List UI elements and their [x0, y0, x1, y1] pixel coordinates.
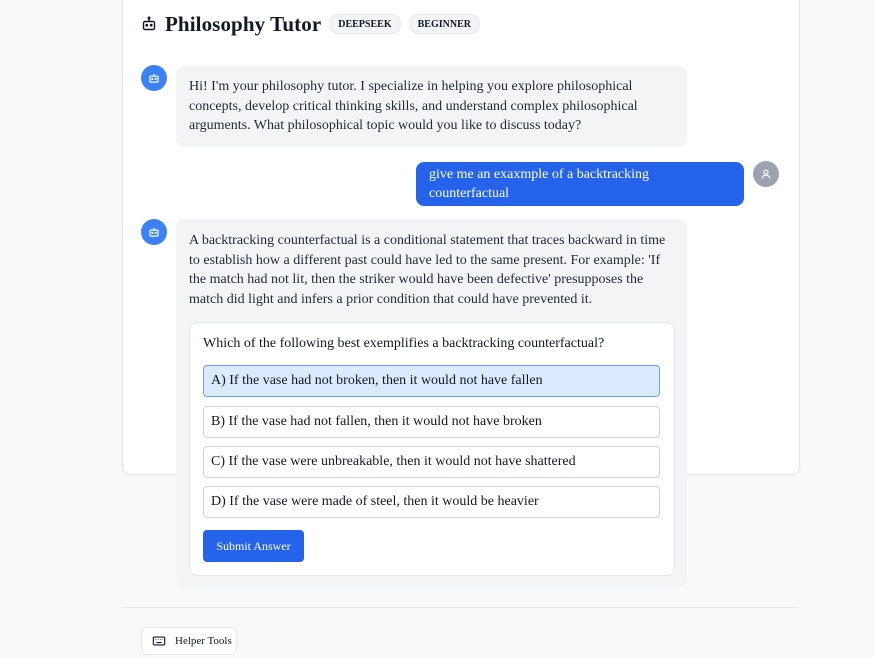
user-message: give me an exaxmple of a backtracking co…	[416, 162, 744, 206]
quiz-option-c[interactable]: C) If the vase were unbreakable, then it…	[203, 446, 660, 478]
message-text: Hi! I'm your philosophy tutor. I special…	[189, 79, 638, 133]
divider	[122, 607, 798, 608]
chat-header: Philosophy Tutor DEEPSEEK BEGINNER	[141, 10, 488, 38]
model-badge: DEEPSEEK	[329, 14, 401, 34]
submit-answer-button[interactable]: Submit Answer	[203, 530, 304, 562]
message-text: A backtracking counterfactual is a condi…	[189, 233, 666, 307]
assistant-avatar	[141, 219, 167, 245]
user-icon	[761, 169, 771, 179]
quiz-option-a[interactable]: A) If the vase had not broken, then it w…	[203, 365, 660, 397]
quiz-card: Which of the following best exemplifies …	[189, 322, 675, 576]
bot-icon	[141, 16, 157, 32]
keyboard-icon	[152, 634, 166, 648]
page-title: Philosophy Tutor	[165, 11, 322, 36]
message-text: give me an exaxmple of a backtracking co…	[429, 167, 650, 201]
level-badge: BEGINNER	[408, 14, 480, 34]
quiz-option-d[interactable]: D) If the vase were made of steel, then …	[203, 486, 660, 518]
bot-icon	[149, 73, 159, 83]
helper-tools-button[interactable]: Helper Tools	[141, 627, 237, 655]
helper-tools-label: Helper Tools	[175, 635, 232, 647]
assistant-message: Hi! I'm your philosophy tutor. I special…	[176, 66, 687, 147]
quiz-option-b[interactable]: B) If the vase had not fallen, then it w…	[203, 406, 660, 438]
user-avatar	[753, 161, 779, 187]
assistant-avatar	[141, 65, 167, 91]
bot-icon	[149, 227, 159, 237]
quiz-question: Which of the following best exemplifies …	[203, 336, 605, 351]
